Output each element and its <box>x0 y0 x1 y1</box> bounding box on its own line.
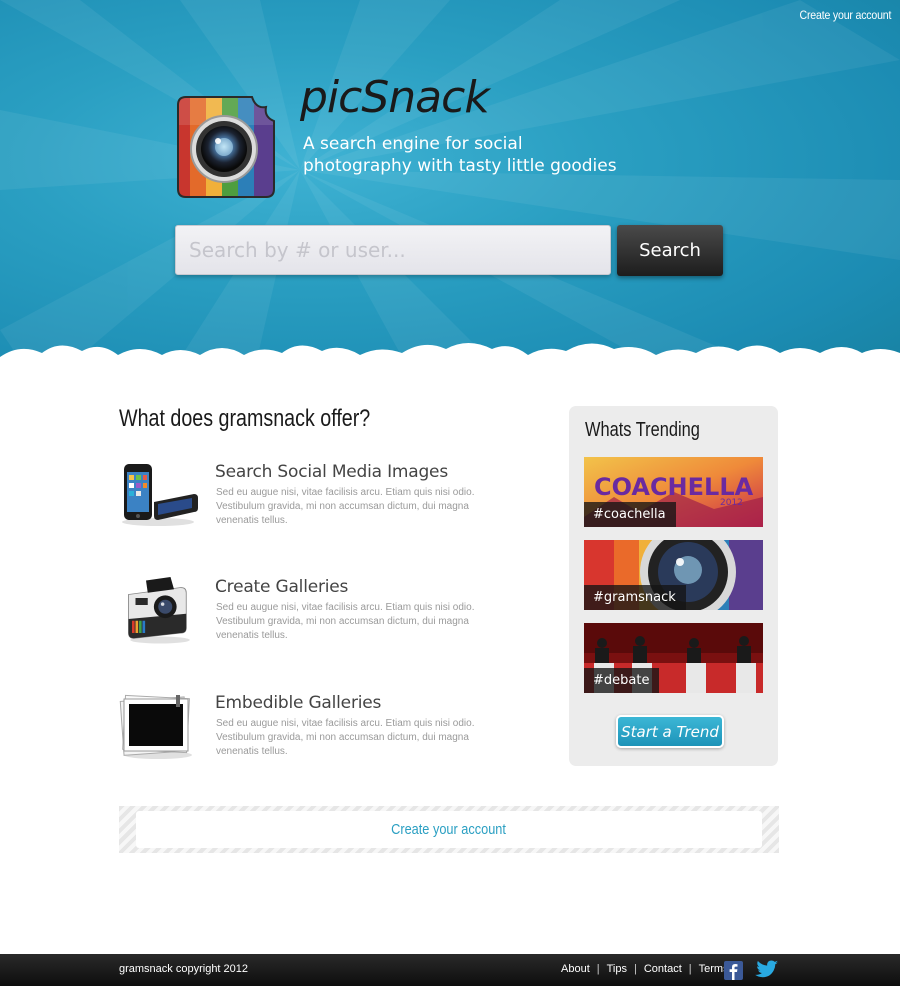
photo-stack-icon <box>119 694 192 759</box>
trend-tag: #debate <box>584 668 660 693</box>
separator: | <box>688 963 692 975</box>
cloud-divider <box>0 343 900 390</box>
feature-description: Sed eu augue nisi, vitae facilisis arcu.… <box>216 602 475 641</box>
footer-link-tips[interactable]: Tips <box>607 963 627 975</box>
create-account-link-top[interactable]: Create your account <box>799 8 891 22</box>
trend-card-gramsnack[interactable]: #gramsnack <box>584 540 763 610</box>
trending-panel: Whats Trending COACHELLA 2012 #coachella… <box>569 406 778 766</box>
feature-description: Sed eu augue nisi, vitae facilisis arcu.… <box>216 487 475 526</box>
trending-title: Whats Trending <box>585 419 700 441</box>
create-account-banner: Create your account <box>119 806 779 853</box>
picsnack-logo-icon <box>177 96 275 198</box>
create-account-button[interactable]: Create your account <box>136 811 762 848</box>
search-button[interactable]: Search <box>617 225 723 276</box>
separator: | <box>633 963 637 975</box>
polaroid-camera-icon <box>128 577 190 644</box>
app-title: picSnack <box>300 72 490 123</box>
trend-card-debate[interactable]: #debate <box>584 623 763 693</box>
separator: | <box>596 963 600 975</box>
footer-link-contact[interactable]: Contact <box>644 963 682 975</box>
facebook-icon[interactable] <box>724 961 743 980</box>
trend-card-coachella[interactable]: COACHELLA 2012 #coachella <box>584 457 763 527</box>
twitter-icon[interactable] <box>754 960 778 980</box>
feature-description: Sed eu augue nisi, vitae facilisis arcu.… <box>216 718 475 757</box>
footer-nav: About | Tips | Contact | Terms <box>561 963 729 975</box>
footer-link-about[interactable]: About <box>561 963 590 975</box>
coachella-wordmark: COACHELLA <box>594 473 754 501</box>
smartphones-icon <box>122 464 198 526</box>
feature-heading: Create Galleries <box>215 577 349 597</box>
feature-heading: Embedible Galleries <box>215 693 382 713</box>
start-trend-button[interactable]: Start a Trend <box>616 715 724 748</box>
hero-banner: Create your account picSnack A search en… <box>0 0 900 390</box>
offer-heading: What does gramsnack offer? <box>119 405 371 432</box>
search-box <box>175 225 611 275</box>
feature-heading: Search Social Media Images <box>215 462 448 482</box>
tagline: A search engine for social photography w… <box>303 134 617 176</box>
create-account-label: Create your account <box>391 821 507 838</box>
trend-tag: #gramsnack <box>584 585 686 610</box>
sunburst-background <box>0 0 900 390</box>
trend-tag: #coachella <box>584 502 676 527</box>
coachella-year: 2012 <box>720 498 743 508</box>
copyright: gramsnack copyright 2012 <box>119 963 249 975</box>
search-input[interactable] <box>176 226 610 274</box>
